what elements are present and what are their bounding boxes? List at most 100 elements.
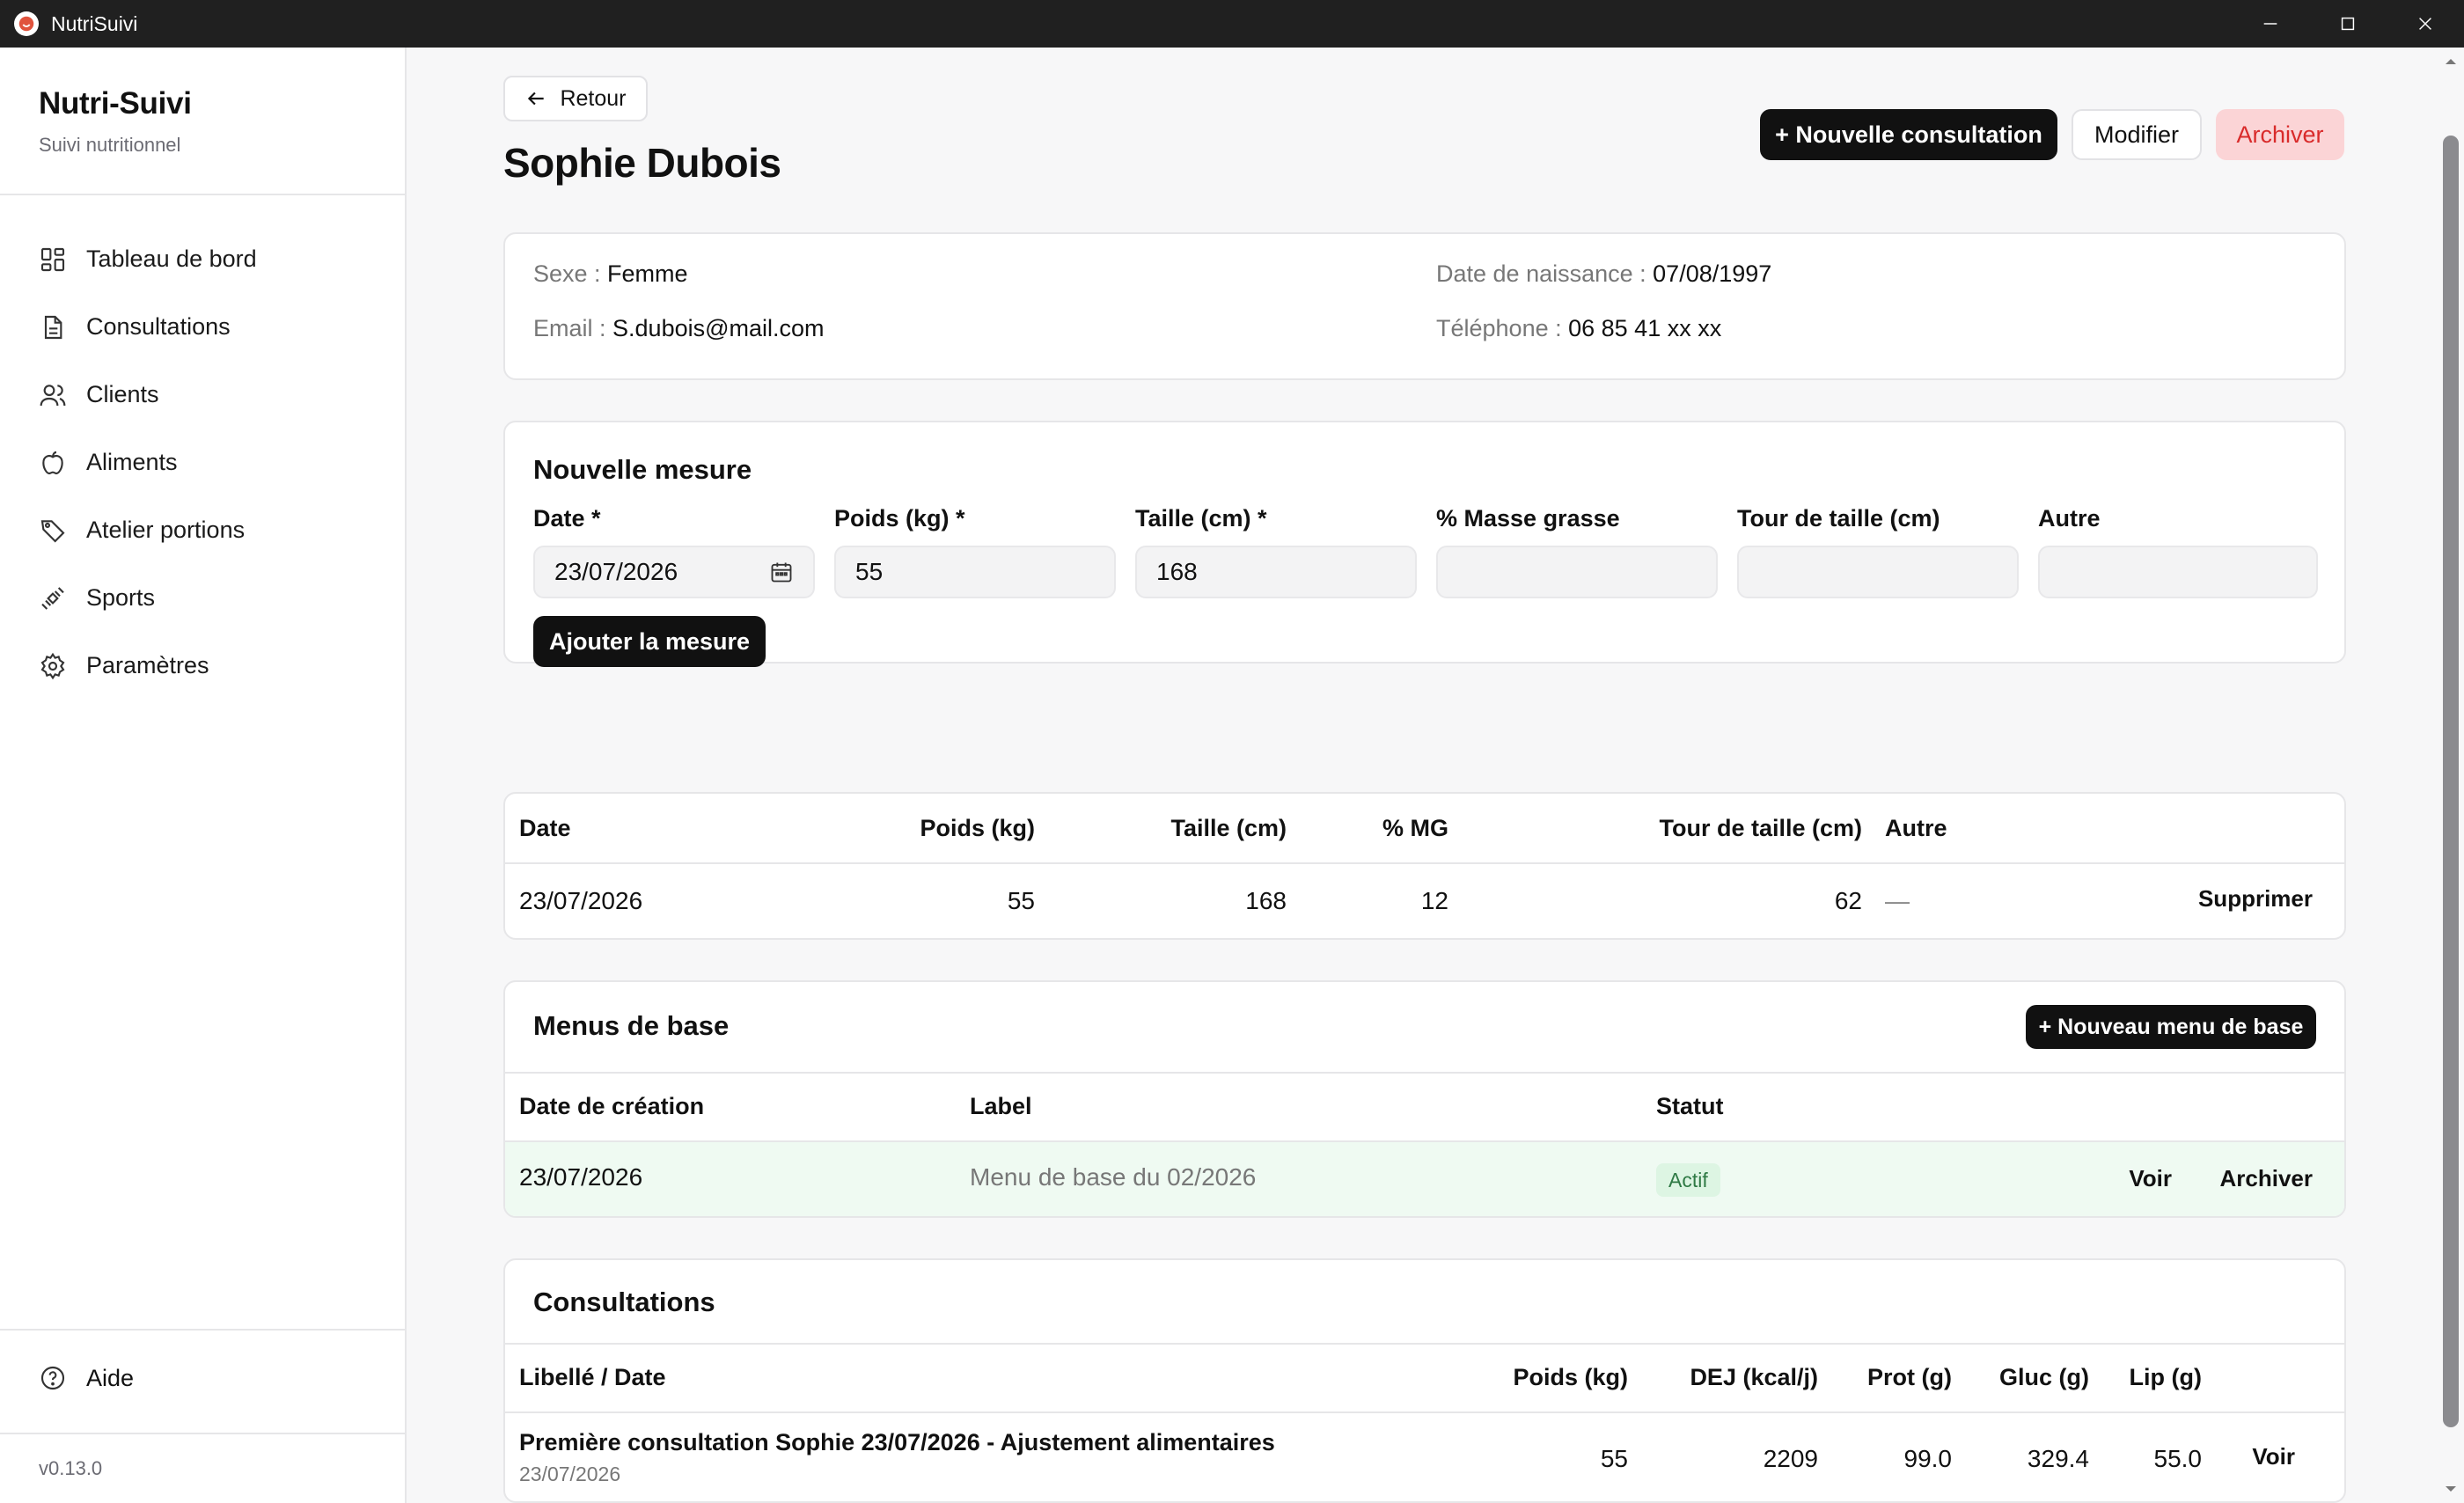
close-window-button[interactable] <box>2387 0 2464 48</box>
base-menus-card: Menus de base + Nouveau menu de base Dat… <box>503 980 2346 1218</box>
maximize-icon <box>2341 17 2355 31</box>
new-measure-title: Nouvelle mesure <box>533 454 752 485</box>
sidebar-item-label: Clients <box>86 381 159 407</box>
sidebar-item-label: Paramètres <box>86 652 209 678</box>
maximize-button[interactable] <box>2309 0 2387 48</box>
info-phone-value: 06 85 41 xx xx <box>1568 315 1722 341</box>
calendar-icon[interactable] <box>769 560 794 584</box>
consult-col-weight: Poids (kg) <box>1513 1364 1628 1390</box>
dashboard-icon <box>40 247 65 271</box>
new-measure-card: Nouvelle mesure Date * 23/07/2026 Poids … <box>503 421 2346 667</box>
consult-col-dej: DEJ (kcal/j) <box>1690 1364 1818 1390</box>
measures-col-other: Autre <box>1885 815 1947 841</box>
info-email-label: Email : <box>533 315 613 341</box>
edit-button[interactable]: Modifier <box>2072 109 2202 160</box>
fat-mass-field-label: % Masse grasse <box>1436 505 1620 532</box>
client-info-card: Sexe : Femme Email : S.dubois@mail.com D… <box>503 232 2346 380</box>
consult-gluc: 329.4 <box>2027 1445 2089 1472</box>
gear-icon <box>40 652 65 679</box>
brand-subtitle: Suivi nutritionnel <box>39 134 181 156</box>
add-measure-button[interactable]: Ajouter la mesure <box>533 616 766 667</box>
document-icon <box>44 315 62 339</box>
table-divider <box>505 1411 2344 1413</box>
consult-prot: 99.0 <box>1903 1445 1953 1472</box>
consult-dej: 2209 <box>1763 1445 1818 1472</box>
sidebar-item-dashboard[interactable]: Tableau de bord <box>0 225 405 293</box>
sidebar-item-consultations[interactable]: Consultations <box>0 293 405 361</box>
measures-col-waist: Tour de taille (cm) <box>1659 815 1862 841</box>
measures-col-weight: Poids (kg) <box>920 815 1035 841</box>
consult-col-prot: Prot (g) <box>1867 1364 1952 1390</box>
measures-col-date: Date <box>519 815 571 841</box>
sidebar-item-label: Sports <box>86 584 156 611</box>
measure-weight: 55 <box>1007 887 1035 914</box>
table-divider <box>505 1343 2344 1345</box>
menu-label: Menu de base du 02/2026 <box>970 1163 1257 1191</box>
sidebar-nav: Tableau de bord Consultations Clients Al… <box>0 225 405 700</box>
info-email: Email : S.dubois@mail.com <box>533 315 825 342</box>
date-input[interactable]: 23/07/2026 <box>533 546 815 598</box>
main-scrollbar[interactable] <box>2438 48 2464 1503</box>
sidebar: Nutri-Suivi Suivi nutritionnel Tableau d… <box>0 48 407 1503</box>
archive-client-button[interactable]: Archiver <box>2216 109 2344 160</box>
consult-weight: 55 <box>1600 1445 1628 1472</box>
height-input[interactable]: 168 <box>1135 546 1417 598</box>
app-version: v0.13.0 <box>39 1457 103 1479</box>
tag-icon <box>40 519 65 543</box>
new-consultation-button[interactable]: + Nouvelle consultation <box>1760 109 2057 160</box>
waist-field-label: Tour de taille (cm) <box>1737 505 1940 532</box>
info-phone-label: Téléphone : <box>1436 315 1569 341</box>
measure-fat: 12 <box>1420 887 1448 914</box>
sidebar-item-parametres[interactable]: Paramètres <box>0 632 405 700</box>
scroll-down-icon[interactable] <box>2442 1480 2460 1498</box>
table-divider <box>505 1072 2344 1074</box>
measures-col-fat: % MG <box>1382 815 1448 841</box>
height-field-label: Taille (cm) * <box>1135 505 1267 532</box>
info-birth-value: 07/08/1997 <box>1653 260 1772 287</box>
other-input[interactable] <box>2038 546 2318 598</box>
weight-input-value: 55 <box>855 558 884 585</box>
date-field-label: Date * <box>533 505 601 532</box>
measure-waist: 62 <box>1834 887 1862 914</box>
sidebar-item-label: Consultations <box>86 313 231 340</box>
back-button[interactable]: Retour <box>503 76 648 121</box>
view-menu-button[interactable]: Voir <box>2129 1165 2172 1192</box>
delete-measure-button[interactable]: Supprimer <box>2198 885 2313 913</box>
main-content: Retour Sophie Dubois + Nouvelle consulta… <box>407 48 2438 1503</box>
table-row: 23/07/2026 Menu de base du 02/2026 Actif… <box>505 1142 2344 1216</box>
sidebar-item-clients[interactable]: Clients <box>0 361 405 429</box>
dumbbell-icon <box>41 586 64 610</box>
menu-date: 23/07/2026 <box>519 1163 643 1191</box>
measure-height: 168 <box>1245 887 1287 914</box>
weight-input[interactable]: 55 <box>834 546 1116 598</box>
sidebar-item-sports[interactable]: Sports <box>0 564 405 632</box>
consult-col-label: Libellé / Date <box>519 1364 666 1390</box>
sidebar-divider <box>0 1433 405 1434</box>
info-birth-label: Date de naissance : <box>1436 260 1654 287</box>
view-consultation-button[interactable]: Voir <box>2252 1443 2295 1470</box>
window-titlebar: NutriSuivi <box>0 0 2464 48</box>
consultations-title: Consultations <box>533 1287 715 1317</box>
sidebar-item-label: Aliments <box>86 449 178 475</box>
base-menus-title: Menus de base <box>533 1010 730 1041</box>
sidebar-item-atelier-portions[interactable]: Atelier portions <box>0 496 405 564</box>
minimize-button[interactable] <box>2232 0 2309 48</box>
scroll-up-icon[interactable] <box>2442 53 2460 70</box>
weight-field-label: Poids (kg) * <box>834 505 965 532</box>
new-base-menu-button[interactable]: + Nouveau menu de base <box>2026 1005 2316 1049</box>
sidebar-item-help[interactable]: Aide <box>0 1350 405 1406</box>
app-logo-icon <box>14 11 39 36</box>
info-email-value: S.dubois@mail.com <box>612 315 825 341</box>
consult-lip: 55.0 <box>2153 1445 2203 1472</box>
info-sex-label: Sexe : <box>533 260 608 287</box>
measure-other: — <box>1885 887 1910 914</box>
measures-table: Date Poids (kg) Taille (cm) % MG Tour de… <box>503 792 2346 940</box>
waist-input[interactable] <box>1737 546 2019 598</box>
fat-mass-input[interactable] <box>1436 546 1718 598</box>
users-icon <box>40 384 66 406</box>
sidebar-item-aliments[interactable]: Aliments <box>0 429 405 496</box>
scroll-thumb[interactable] <box>2443 136 2459 1427</box>
menus-col-status: Statut <box>1656 1093 1724 1119</box>
sidebar-item-label: Aide <box>86 1364 135 1391</box>
archive-menu-button[interactable]: Archiver <box>2220 1165 2314 1192</box>
